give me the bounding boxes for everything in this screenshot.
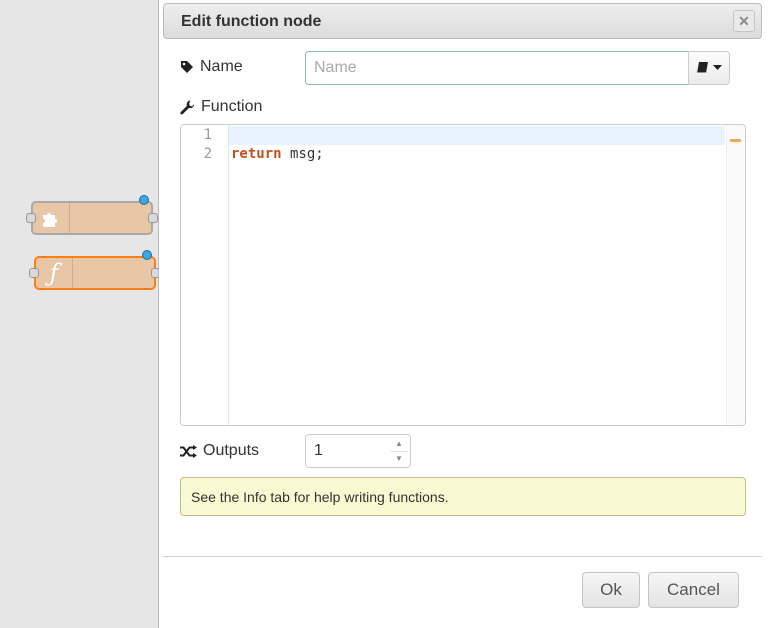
shuffle-icon: [180, 444, 197, 458]
name-label-row: Name: [180, 58, 243, 76]
editor-scrollbar[interactable]: [726, 125, 745, 425]
caret-down-icon: [713, 65, 722, 70]
close-icon: ✕: [738, 12, 750, 29]
increment-button[interactable]: ▲: [390, 436, 408, 452]
warning-marker: [730, 139, 741, 142]
workspace-node-1[interactable]: [26, 195, 158, 235]
help-tip: See the Info tab for help writing functi…: [180, 477, 746, 516]
output-port[interactable]: [148, 213, 158, 223]
book-icon: [697, 62, 708, 74]
input-port[interactable]: [26, 213, 36, 223]
active-line-highlight: [229, 126, 725, 145]
changed-indicator: [139, 195, 149, 205]
outputs-label-row: Outputs: [180, 442, 259, 460]
library-button[interactable]: [688, 51, 730, 85]
name-label: Name: [200, 58, 243, 75]
close-button[interactable]: ✕: [733, 10, 755, 32]
puzzle-icon: [33, 203, 70, 233]
function-icon: ƒ: [36, 258, 73, 288]
cancel-button[interactable]: Cancel: [648, 572, 739, 608]
chevron-up-icon: ▲: [395, 439, 403, 448]
outputs-label: Outputs: [203, 442, 260, 459]
workspace-node-function[interactable]: ƒ: [29, 250, 161, 290]
function-label: Function: [201, 98, 263, 115]
dialog-titlebar: Edit function node ✕: [163, 3, 762, 39]
code-editor[interactable]: 1 2 return msg;: [180, 124, 746, 426]
outputs-stepper[interactable]: ▲ ▼: [305, 434, 411, 468]
input-port[interactable]: [29, 268, 39, 278]
code-keyword: return: [231, 146, 282, 162]
line-number: 1: [203, 127, 212, 143]
tag-icon: [181, 61, 193, 73]
name-input[interactable]: [305, 51, 689, 85]
changed-indicator: [142, 250, 152, 260]
ok-button[interactable]: Ok: [582, 572, 640, 608]
dialog-title: Edit function node: [181, 13, 322, 30]
decrement-button[interactable]: ▼: [390, 451, 408, 466]
line-number: 2: [203, 146, 212, 162]
wrench-icon: [180, 100, 195, 114]
code-text: msg;: [281, 146, 324, 162]
chevron-down-icon: ▼: [395, 454, 403, 463]
function-label-row: Function: [180, 98, 262, 116]
line-gutter: 1 2: [181, 125, 229, 425]
edit-node-dialog: Edit function node ✕ Name Function 1 2: [158, 0, 774, 628]
outputs-input[interactable]: [306, 435, 388, 467]
footer-divider: [163, 556, 762, 557]
code-line-2: return msg;: [231, 146, 324, 162]
